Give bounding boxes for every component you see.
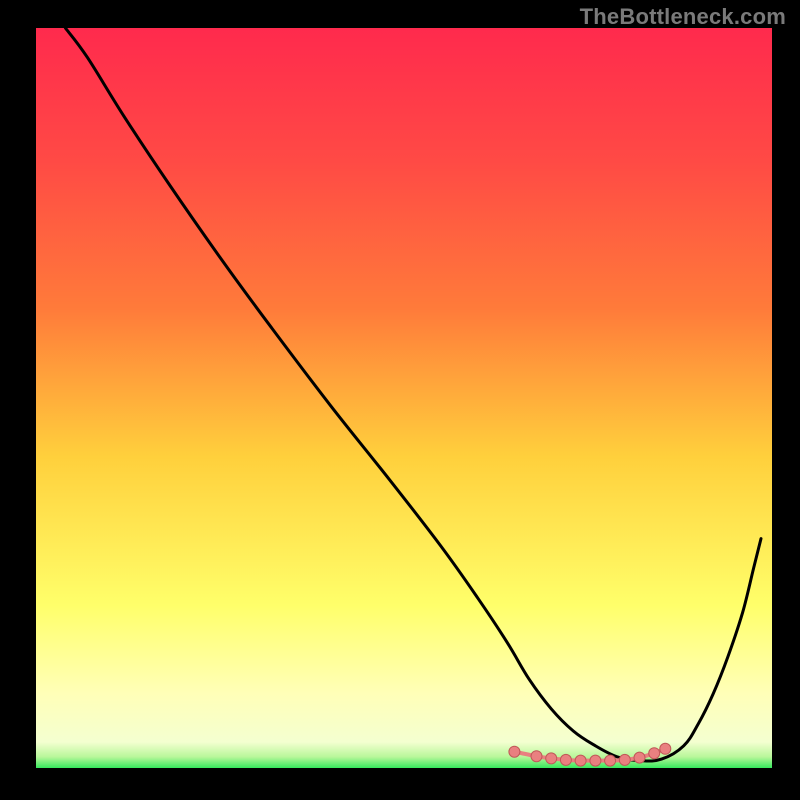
optimal-range-marker [546,753,557,764]
optimal-range-marker [560,754,571,765]
chart-container: { "watermark": "TheBottleneck.com", "col… [0,0,800,800]
optimal-range-marker [634,752,645,763]
chart-svg [0,0,800,800]
optimal-range-marker [531,751,542,762]
optimal-range-marker [590,755,601,766]
watermark-text: TheBottleneck.com [580,4,786,30]
optimal-range-marker [575,755,586,766]
optimal-range-marker [660,743,671,754]
gradient-background [36,28,772,768]
optimal-range-marker [619,754,630,765]
plot-area [0,0,800,800]
optimal-range-marker [649,748,660,759]
optimal-range-marker [605,755,616,766]
optimal-range-marker [509,746,520,757]
